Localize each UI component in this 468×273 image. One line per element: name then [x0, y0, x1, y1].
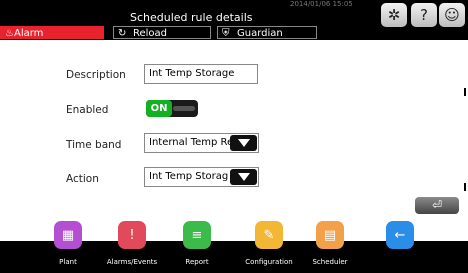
help-icon[interactable]: ? [411, 3, 437, 27]
enabled-label: Enabled [66, 104, 109, 116]
tab-alarm[interactable]: ♨ Alarm [0, 26, 104, 39]
tab-reload[interactable]: ↻ Reload [113, 26, 211, 39]
nav-scheduler-label: Scheduler [312, 258, 348, 266]
timeband-dropdown[interactable]: Internal Temp Re [144, 133, 259, 153]
nav-report[interactable]: ≡ [167, 221, 227, 249]
nav-report-label: Report [185, 258, 209, 266]
side-marker [464, 183, 466, 191]
enabled-toggle[interactable]: ON [146, 100, 198, 117]
shield-icon: ⛨ [222, 28, 230, 39]
user-settings-icon[interactable]: ☺ [439, 3, 465, 27]
enter-icon: ⏎ [431, 198, 443, 212]
timeband-dropdown-button[interactable] [230, 135, 257, 151]
action-dropdown[interactable]: Int Temp Storag [144, 167, 259, 187]
tab-guardian-label: Guardian [237, 28, 283, 39]
page-title: Scheduled rule details [130, 11, 253, 24]
datetime: 2014/01/06 15:05 [290, 0, 353, 8]
scheduler-icon: ▤ [316, 221, 344, 249]
side-marker [464, 88, 466, 96]
action-value: Int Temp Storag [149, 171, 229, 182]
action-label: Action [66, 173, 99, 185]
description-field[interactable]: Int Temp Storage [144, 64, 258, 84]
report-icon: ≡ [183, 221, 211, 249]
toggle-on-state: ON [146, 100, 172, 117]
action-dropdown-button[interactable] [230, 169, 257, 185]
toggle-knob [173, 106, 195, 111]
alarms-events-icon: ! [118, 221, 146, 249]
description-label: Description [66, 69, 126, 81]
bug-icon[interactable]: ✲ [381, 3, 407, 27]
tab-alarm-label: Alarm [14, 28, 44, 39]
nav-configuration[interactable]: ✎ [239, 221, 299, 249]
timeband-value: Internal Temp Re [149, 137, 234, 148]
reload-icon: ↻ [118, 28, 127, 39]
tab-guardian[interactable]: ⛨ Guardian [217, 26, 317, 39]
chevron-down-icon [237, 139, 250, 147]
back-arrow-icon: ← [386, 221, 414, 249]
nav-plant[interactable]: ▦ [38, 221, 98, 249]
configuration-icon: ✎ [255, 221, 283, 249]
tab-reload-label: Reload [133, 28, 168, 39]
bell-icon: ♨ [5, 28, 14, 39]
plant-icon: ▦ [54, 221, 82, 249]
enter-button[interactable]: ⏎ [415, 197, 459, 214]
nav-alarms-events[interactable]: ! [102, 221, 162, 249]
description-value: Int Temp Storage [149, 68, 235, 79]
timeband-label: Time band [66, 139, 122, 151]
nav-scheduler[interactable]: ▤ [300, 221, 360, 249]
nav-back[interactable]: ← [370, 221, 430, 249]
chevron-down-icon [237, 173, 250, 181]
tab-bar: ♨ Alarm ↻ Reload ⛨ Guardian [0, 26, 468, 40]
